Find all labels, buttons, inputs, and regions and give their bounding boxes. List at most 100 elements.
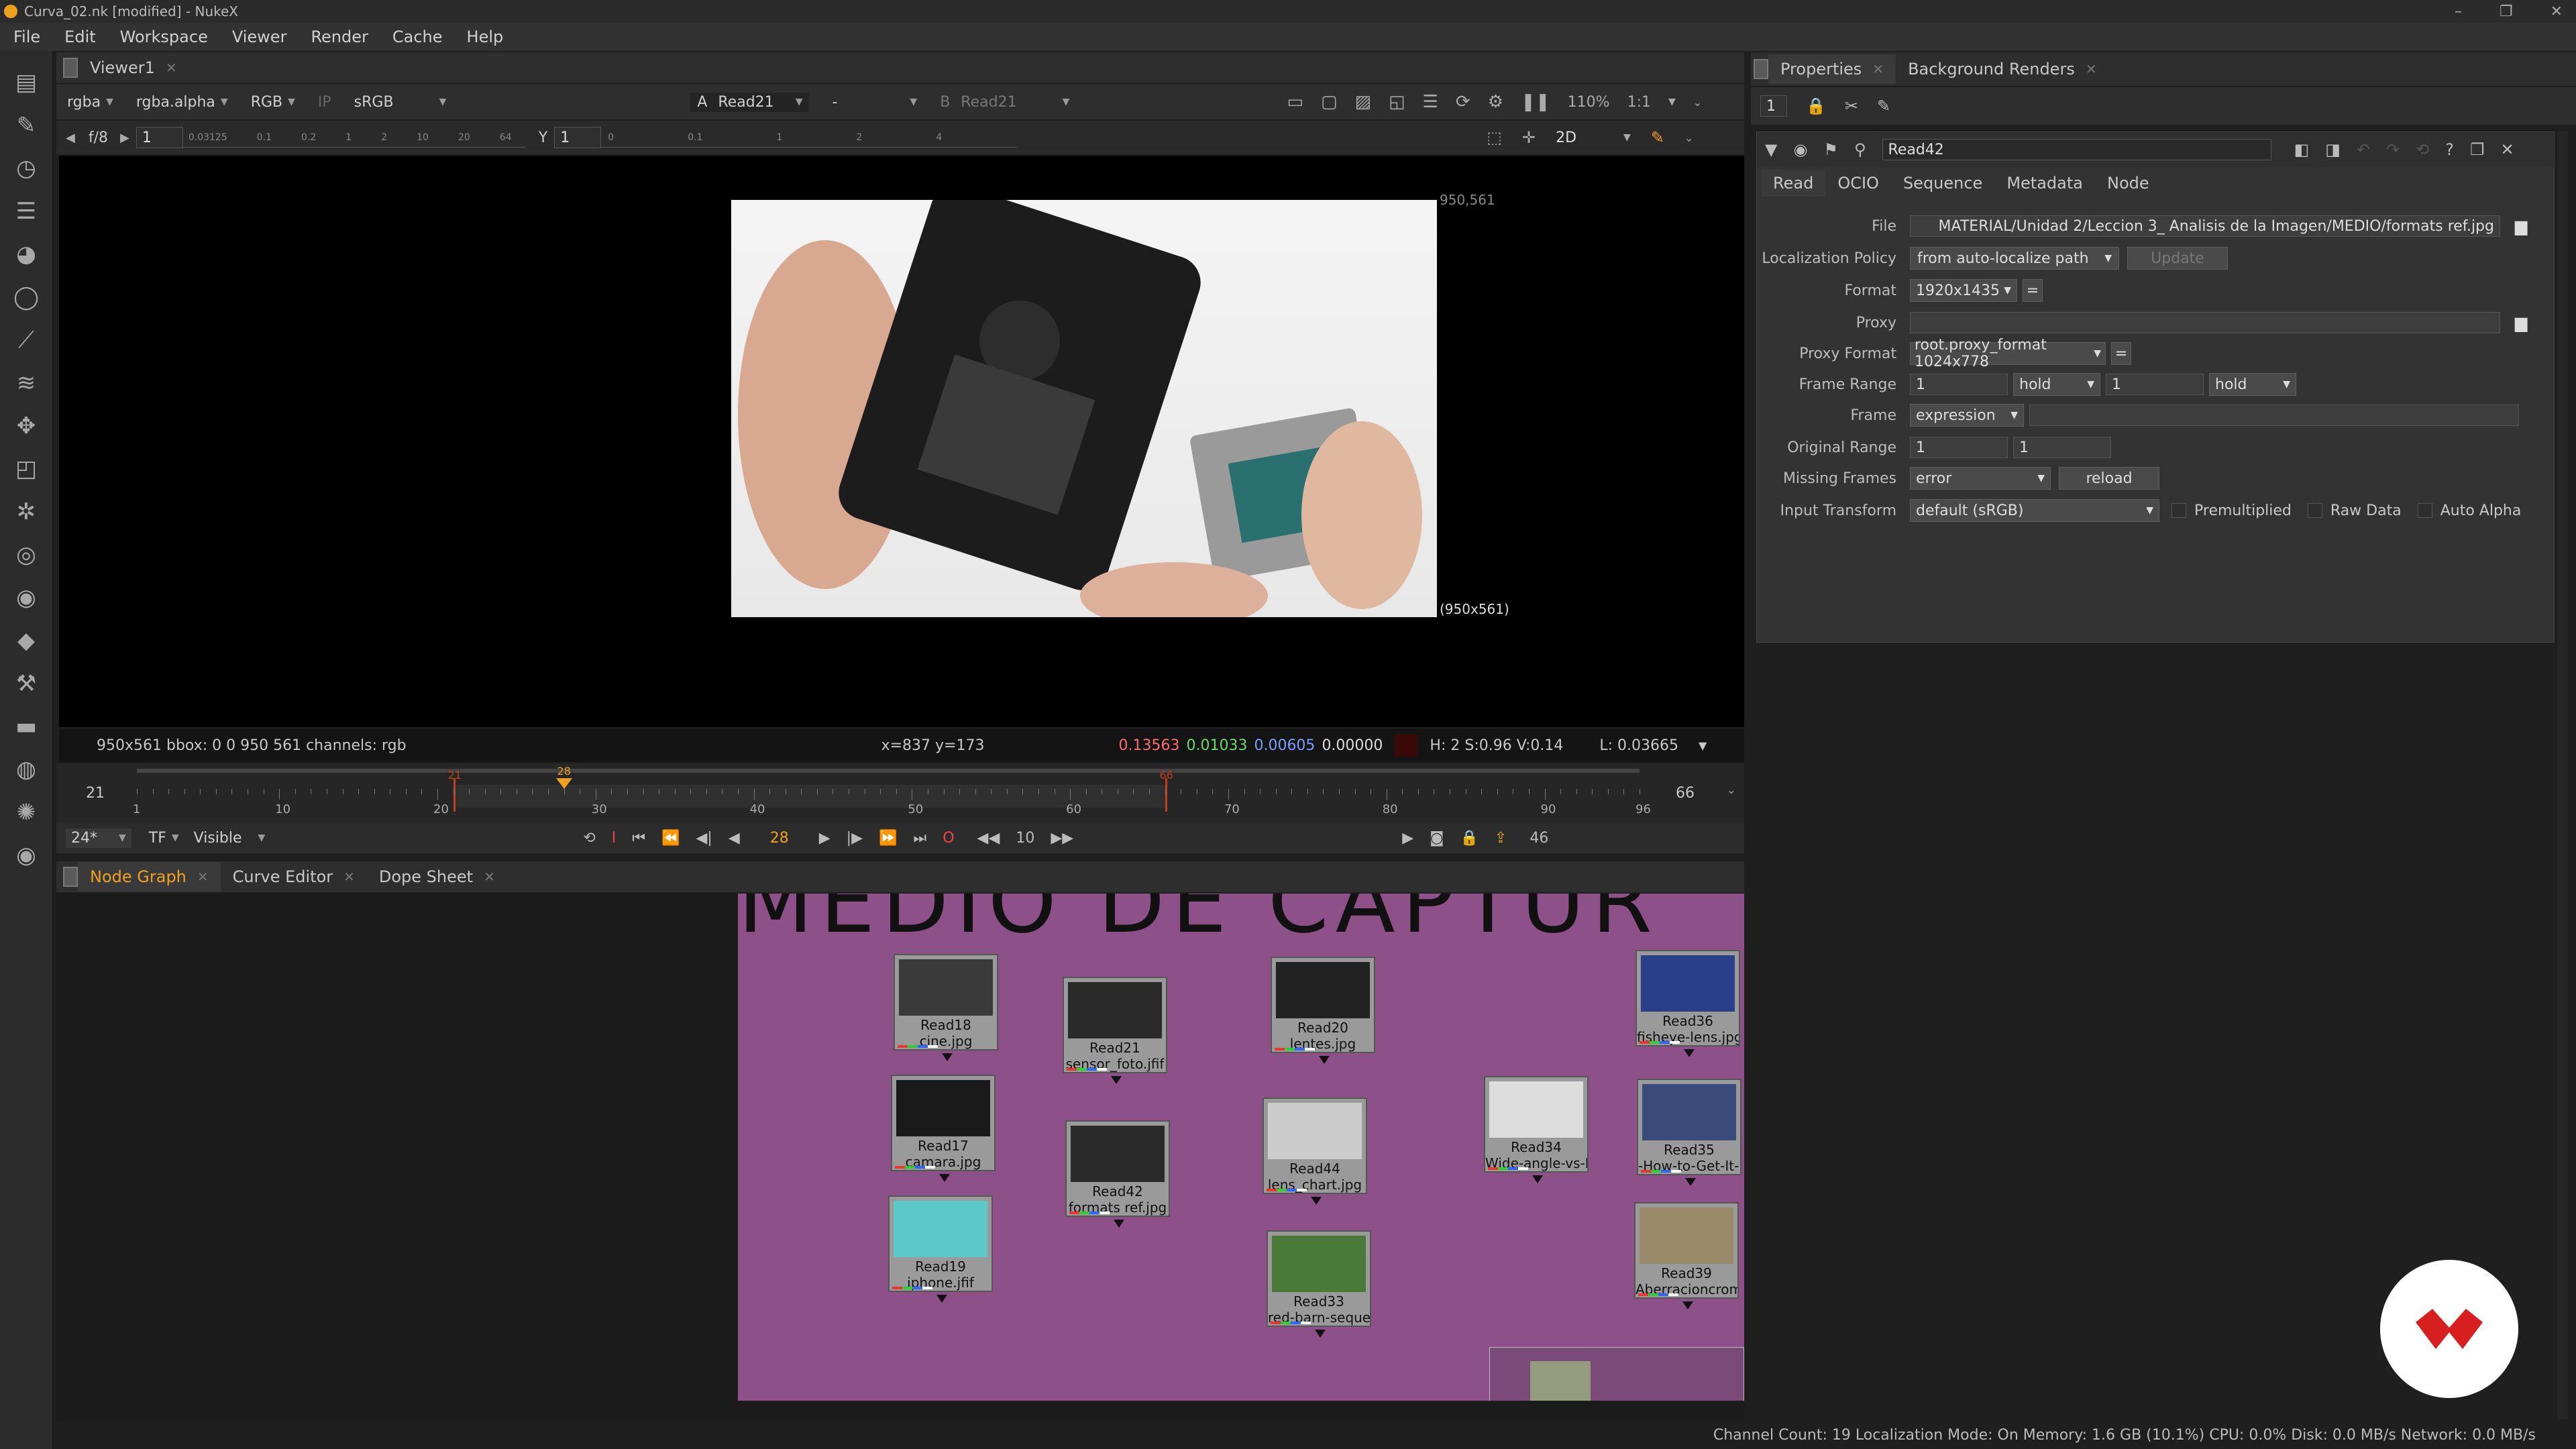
timeline-start-field[interactable]: 21 [86,785,105,802]
auto-alpha-checkbox[interactable] [2417,503,2432,518]
deep-icon[interactable]: ◎ [12,541,40,569]
color-icon[interactable]: ◕ [12,240,40,268]
lines-icon[interactable]: ☰ [1423,92,1438,112]
expand-icon[interactable]: ⌄ [1684,131,1693,144]
undo-icon[interactable]: ↶ [2357,140,2370,159]
panel-grip-icon[interactable] [1754,59,1768,79]
timeline-end-field[interactable]: 66 [1676,785,1695,802]
pause-icon[interactable]: ❚❚ [1521,92,1550,112]
mini-map[interactable] [1489,1347,1744,1401]
lock-icon[interactable]: 🔒 [1460,830,1479,847]
keyer-icon[interactable]: ⟋ [12,326,40,354]
close-icon[interactable]: ✕ [2551,3,2563,20]
tab-node-graph[interactable]: Node Graph ✕ [78,862,221,892]
read-node[interactable]: Read33red-barn-sequence.jpg [1267,1230,1371,1338]
file-path-field[interactable]: MATERIAL/Unidad 2/Leccion 3_ Analisis de… [1910,215,2500,237]
close-tab-icon[interactable]: ✕ [343,869,355,885]
timeline-out-marker[interactable] [1165,778,1167,812]
zoom-value[interactable]: 110% [1568,94,1610,111]
menu-workspace[interactable]: Workspace [120,28,208,46]
format-dropdown[interactable]: 1920x1435 ▼ [1910,279,2017,302]
backdrop-node[interactable]: MEDIO DE CAPTUR [738,894,1744,1401]
flipbook-icon[interactable]: ▶ [1402,830,1413,847]
channel-icon[interactable]: ☰ [12,197,40,225]
read-node[interactable]: Read35-How-to-Get-It-How- [1637,1079,1741,1186]
menu-file[interactable]: File [13,28,40,46]
tab-dope-sheet[interactable]: Dope Sheet ✕ [367,862,507,892]
close-tab-icon[interactable]: ✕ [484,869,495,885]
last-frame-icon[interactable]: ⏭ [913,830,926,847]
alpha-dropdown[interactable]: rgba.alpha ▼ [136,94,228,111]
close-icon[interactable]: ✕ [2500,140,2514,159]
roi-icon[interactable]: ▭ [1287,92,1303,112]
subtab-ocio[interactable]: OCIO [1825,170,1891,197]
collapse-icon[interactable]: ▼ [1765,140,1777,159]
visibility-dropdown[interactable]: Visible ▼ [194,830,266,847]
menu-edit[interactable]: Edit [64,28,95,46]
display-channels-dropdown[interactable]: RGB ▼ [251,94,295,111]
filter-icon[interactable]: ◯ [12,283,40,311]
revert-icon[interactable]: ⟲ [2416,140,2429,159]
max-panels-field[interactable]: 1 [1760,95,1787,117]
metadata-icon[interactable]: ◆ [12,627,40,655]
folder-icon[interactable]: ▆ [2515,217,2527,235]
skip-forward-icon[interactable]: ▶▶ [1051,830,1073,847]
read-node[interactable]: Read44 lens_chart.jpg [1263,1097,1367,1205]
gain-arrow-icon[interactable]: ◀ [66,131,75,145]
set-out-icon[interactable]: O [943,830,954,847]
panel-grip-icon[interactable] [63,867,78,887]
minimize-icon[interactable]: – [2455,3,2462,20]
redo-icon[interactable]: ↷ [2386,140,2400,159]
plugins-icon[interactable]: ✺ [12,798,40,826]
gain-arrow-icon[interactable]: ▶ [120,131,129,145]
input-a-dropdown[interactable]: A Read21 ▼ [690,92,810,112]
close-tab-icon[interactable]: ✕ [1872,61,1884,77]
read-node[interactable]: Read18 cine.jpg [894,954,998,1061]
proxy-field[interactable] [1910,312,2500,333]
current-frame-field[interactable]: 28 [756,830,803,847]
timeline-track[interactable]: 21 66 28 1 10 20 30 40 50 60 70 80 90 96 [133,765,1651,820]
fps-dropdown[interactable]: 24* ▼ [66,828,131,848]
frame-expression-field[interactable] [2029,405,2519,426]
tile-color-icon[interactable]: ◧ [2294,140,2310,159]
proxy-format-dropdown[interactable]: root.proxy_format 1024x778 ▼ [1910,337,2106,370]
loop-icon[interactable]: ⟲ [583,830,595,847]
paint-icon[interactable]: ✎ [1651,128,1664,147]
views-icon[interactable]: ◉ [12,584,40,612]
close-tab-icon[interactable]: ✕ [2086,61,2097,77]
skip-frames-field[interactable]: 10 [1016,830,1034,847]
play-backward-icon[interactable]: ◀ [729,830,740,847]
time-icon[interactable]: ◷ [12,154,40,182]
viewer-node-icon[interactable]: ◉ [1793,140,1807,159]
ratio-value[interactable]: 1:1 [1627,94,1651,111]
reload-button[interactable]: reload [2059,467,2159,490]
input-b-dropdown[interactable]: B Read21 ▼ [940,94,1069,111]
update-button[interactable]: Update [2127,247,2228,270]
orig-end-field[interactable]: 1 [2013,437,2111,458]
format-edit-button[interactable]: = [2023,279,2043,302]
clear-panels-icon[interactable]: ✂ [1845,97,1858,115]
node-icon[interactable]: ⚑ [1823,140,1838,159]
blend-dropdown[interactable]: - ▼ [832,94,917,111]
tf-dropdown[interactable]: TF ▼ [149,830,179,847]
gamma-field[interactable]: 1 [554,127,602,148]
pencil-icon[interactable]: ✎ [1877,97,1890,115]
frame-end-field[interactable]: 1 [2106,374,2204,395]
proxy-format-edit-button[interactable]: = [2111,342,2131,365]
playhead-icon[interactable] [555,778,572,789]
skip-back-icon[interactable]: ◀◀ [977,830,1000,847]
furnace-icon[interactable]: ◍ [12,755,40,784]
prev-frame-icon[interactable]: ◀| [696,830,712,847]
next-keyframe-icon[interactable]: ⏩ [879,830,897,847]
transform-icon[interactable]: ✥ [12,412,40,440]
lock-icon[interactable]: 🔒 [1806,97,1826,115]
node-color-icon[interactable]: ⚲ [1854,140,1866,159]
close-tab-icon[interactable]: ✕ [166,60,177,76]
subtab-sequence[interactable]: Sequence [1891,170,1994,197]
axis-icon[interactable]: ✛ [1522,128,1536,147]
set-in-icon[interactable]: I [612,830,616,847]
3d-icon[interactable]: ◰ [12,455,40,483]
read-node[interactable]: Read39Aberracioncromatica [1634,1202,1739,1309]
region-icon[interactable]: ▢ [1321,92,1338,112]
subtab-metadata[interactable]: Metadata [1994,170,2095,197]
